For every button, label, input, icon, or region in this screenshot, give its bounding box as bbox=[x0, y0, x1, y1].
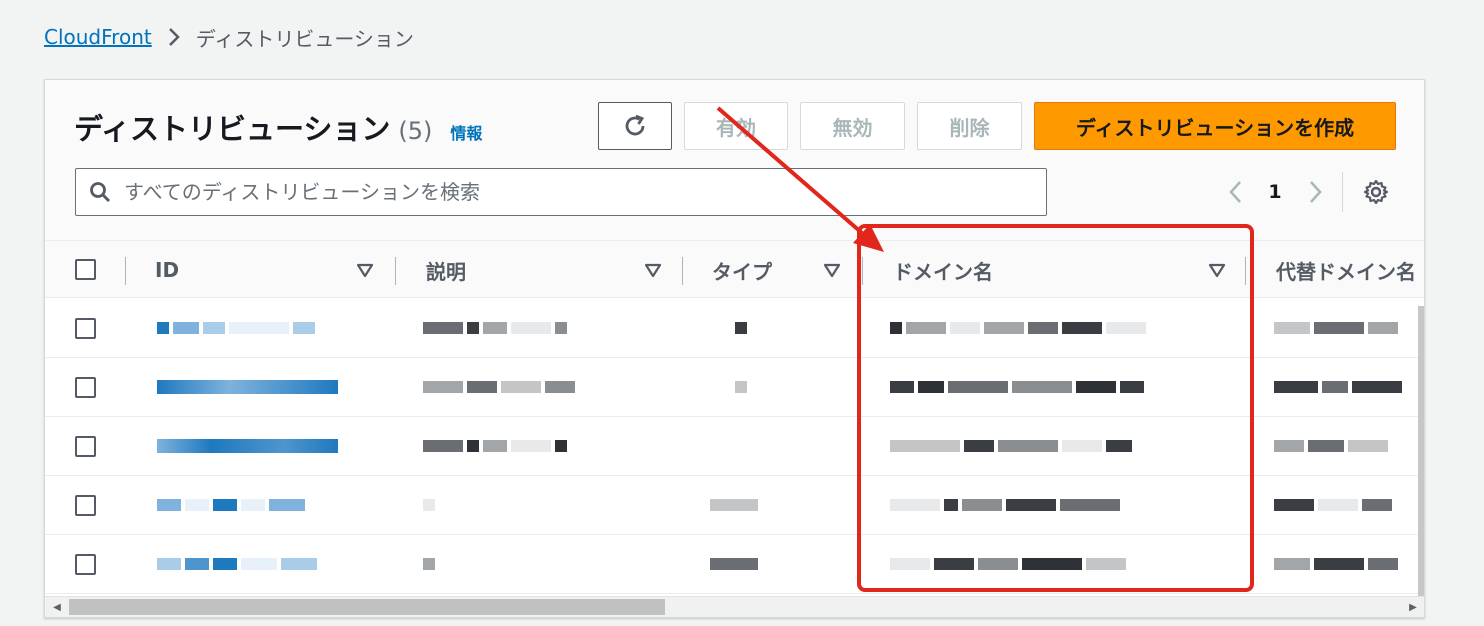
table-row[interactable] bbox=[45, 358, 1418, 417]
alternate-domain-redacted bbox=[1274, 313, 1419, 343]
sort-down-icon[interactable] bbox=[356, 261, 374, 279]
table-header: ID 説明 タイプ ドメイン名 代替ドメイン名 bbox=[45, 240, 1424, 299]
scroll-right-arrow-icon[interactable]: ▶ bbox=[1403, 596, 1423, 617]
row-checkbox[interactable] bbox=[75, 436, 96, 457]
column-divider bbox=[1245, 257, 1246, 285]
column-header-alternate-domain[interactable]: 代替ドメイン名 bbox=[1276, 241, 1424, 299]
pager-divider bbox=[1342, 172, 1343, 212]
domain-name-redacted bbox=[890, 431, 1190, 461]
alternate-domain-redacted bbox=[1274, 372, 1419, 402]
distributions-panel: ディストリビューション (5) 情報 有効 無効 削除 ディストリビューションを… bbox=[44, 79, 1425, 618]
column-header-type[interactable]: タイプ bbox=[712, 241, 852, 299]
sort-down-icon[interactable] bbox=[1208, 261, 1226, 279]
refresh-icon bbox=[625, 114, 645, 136]
type-redacted bbox=[710, 549, 770, 579]
distribution-id-redacted[interactable] bbox=[157, 313, 342, 343]
distribution-count: (5) bbox=[398, 117, 433, 145]
page-title-text: ディストリビューション bbox=[74, 112, 391, 146]
breadcrumb-current: ディストリビューション bbox=[195, 26, 414, 51]
distribution-id-redacted[interactable] bbox=[157, 372, 342, 402]
distribution-id-redacted[interactable] bbox=[157, 549, 342, 579]
column-header-description-label: 説明 bbox=[426, 259, 466, 284]
refresh-button[interactable] bbox=[598, 102, 672, 150]
scroll-left-arrow-icon[interactable]: ◀ bbox=[47, 596, 67, 617]
info-link[interactable]: 情報 bbox=[450, 120, 482, 144]
column-header-description[interactable]: 説明 bbox=[426, 241, 671, 299]
description-redacted bbox=[423, 549, 623, 579]
row-checkbox[interactable] bbox=[75, 318, 96, 339]
breadcrumb-cloudfront-link[interactable]: CloudFront bbox=[44, 25, 152, 49]
chevron-left-icon bbox=[1229, 181, 1241, 203]
table-row[interactable] bbox=[45, 476, 1418, 535]
disable-button[interactable]: 無効 bbox=[800, 102, 905, 150]
description-redacted bbox=[423, 490, 623, 520]
next-page-button[interactable] bbox=[1301, 172, 1331, 212]
column-header-type-label: タイプ bbox=[712, 259, 772, 284]
alternate-domain-redacted bbox=[1274, 549, 1419, 579]
alternate-domain-redacted bbox=[1274, 431, 1419, 461]
select-all-checkbox[interactable] bbox=[75, 259, 96, 280]
search-input[interactable] bbox=[124, 180, 1024, 204]
table-row[interactable] bbox=[45, 535, 1418, 594]
distribution-id-redacted[interactable] bbox=[157, 431, 342, 461]
table-settings-button[interactable] bbox=[1359, 172, 1393, 212]
previous-page-button[interactable] bbox=[1220, 172, 1250, 212]
column-divider bbox=[125, 257, 126, 285]
row-checkbox[interactable] bbox=[75, 554, 96, 575]
sort-down-icon[interactable] bbox=[644, 261, 662, 279]
domain-name-redacted bbox=[890, 313, 1190, 343]
search-box bbox=[75, 168, 1047, 216]
breadcrumb: CloudFront ディストリビューション bbox=[44, 22, 414, 52]
description-redacted bbox=[423, 431, 623, 461]
alternate-domain-redacted bbox=[1274, 490, 1419, 520]
row-checkbox[interactable] bbox=[75, 495, 96, 516]
search-icon bbox=[76, 180, 124, 204]
domain-name-redacted bbox=[890, 372, 1190, 402]
enable-button[interactable]: 有効 bbox=[684, 102, 788, 150]
delete-button[interactable]: 削除 bbox=[917, 102, 1022, 150]
column-divider bbox=[682, 257, 683, 285]
type-redacted bbox=[710, 490, 770, 520]
sort-down-icon[interactable] bbox=[823, 261, 841, 279]
chevron-right-icon bbox=[1310, 181, 1322, 203]
distribution-id-redacted[interactable] bbox=[157, 490, 342, 520]
column-header-domain-name[interactable]: ドメイン名 bbox=[893, 241, 1233, 299]
row-checkbox[interactable] bbox=[75, 377, 96, 398]
horizontal-scrollbar-thumb[interactable] bbox=[69, 599, 665, 615]
column-header-id[interactable]: ID bbox=[155, 241, 385, 299]
description-redacted bbox=[423, 313, 623, 343]
create-distribution-button[interactable]: ディストリビューションを作成 bbox=[1034, 102, 1396, 150]
domain-name-redacted bbox=[890, 490, 1190, 520]
type-redacted bbox=[735, 372, 775, 402]
description-redacted bbox=[423, 372, 623, 402]
current-page-number[interactable]: 1 bbox=[1264, 172, 1286, 212]
page-title: ディストリビューション (5) 情報 bbox=[74, 106, 482, 148]
column-header-alternate-domain-label: 代替ドメイン名 bbox=[1276, 259, 1416, 284]
column-header-domain-name-label: ドメイン名 bbox=[893, 259, 993, 284]
gear-icon bbox=[1363, 179, 1389, 205]
vertical-scrollbar[interactable] bbox=[1418, 306, 1424, 596]
column-divider bbox=[862, 257, 863, 285]
column-divider bbox=[395, 257, 396, 285]
column-header-id-label: ID bbox=[155, 258, 180, 282]
type-redacted bbox=[735, 313, 775, 343]
table-row[interactable] bbox=[45, 299, 1418, 358]
chevron-right-icon bbox=[152, 26, 196, 48]
table-row[interactable] bbox=[45, 417, 1418, 476]
domain-name-redacted bbox=[890, 549, 1190, 579]
